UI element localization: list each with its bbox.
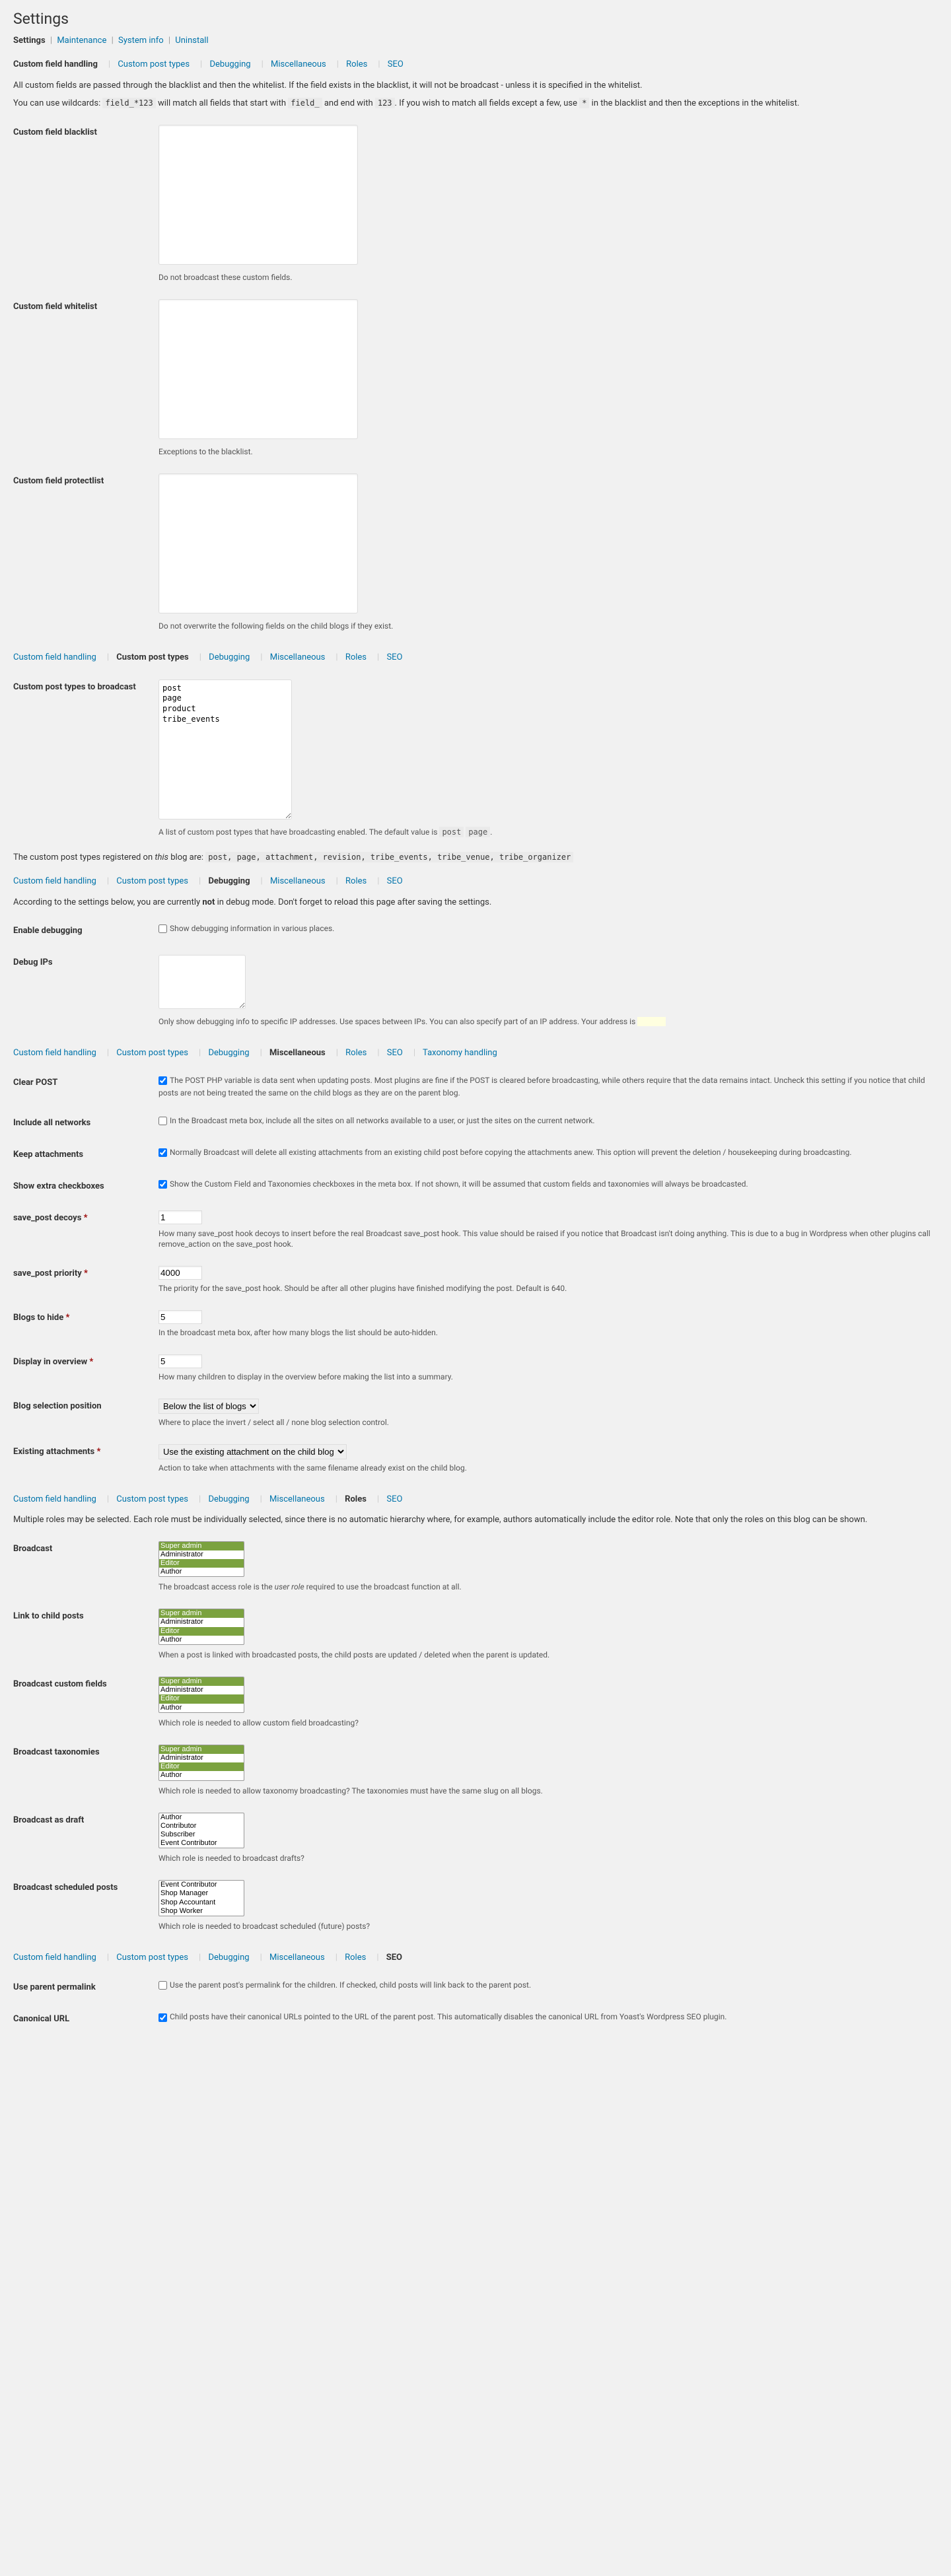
tab-systeminfo[interactable]: System info (118, 36, 164, 46)
blacklist-input[interactable] (158, 125, 358, 265)
cpt-input[interactable]: post page product tribe_events (158, 679, 292, 819)
protectlist-label: Custom field protectlist (13, 466, 152, 640)
nav-misc[interactable]: Miscellaneous (271, 59, 326, 69)
extra-checkboxes-checkbox[interactable] (158, 1180, 167, 1189)
broadcast-role-select[interactable]: Super adminAdministratorEditorAuthor (158, 1541, 244, 1578)
tax-role-select[interactable]: Super adminAdministratorEditorAuthor (158, 1745, 244, 1781)
protectlist-desc: Do not overwrite the following fields on… (158, 621, 931, 632)
keep-attachments-checkbox[interactable] (158, 1148, 167, 1157)
section-nav: Custom field handling| Custom post types… (13, 59, 938, 71)
section-nav: Custom field handling| Custom post types… (13, 1494, 938, 1506)
debug-note: According to the settings below, you are… (13, 896, 938, 909)
overview-input[interactable] (158, 1354, 202, 1368)
nav-dbg[interactable]: Debugging (209, 59, 250, 69)
blogs-hide-input[interactable] (158, 1310, 202, 1324)
canonical-checkbox[interactable] (158, 2013, 167, 2022)
section-nav: Custom field handling| Custom post types… (13, 652, 938, 664)
cpt-desc: A list of custom post types that have br… (158, 827, 931, 838)
page-title: Settings (0, 0, 951, 25)
sched-role-select[interactable]: Event ContributorShop ManagerShop Accoun… (158, 1880, 244, 1916)
whitelist-desc: Exceptions to the blacklist. (158, 446, 931, 458)
whitelist-input[interactable] (158, 299, 358, 439)
permalink-checkbox[interactable] (158, 1981, 167, 1990)
enable-debug-checkbox[interactable] (158, 924, 167, 933)
tab-uninstall[interactable]: Uninstall (175, 36, 208, 46)
enable-debug-label: Enable debugging (13, 915, 152, 947)
protectlist-input[interactable] (158, 473, 358, 613)
nav-cfh[interactable]: Custom field handling (13, 59, 98, 69)
section-nav: Custom field handling| Custom post types… (13, 1952, 938, 1964)
cfh-wildcards: You can use wildcards: field_*123 will m… (13, 97, 938, 110)
priority-input[interactable] (158, 1266, 202, 1280)
tab-maintenance[interactable]: Maintenance (57, 36, 106, 46)
existing-select[interactable]: Use the existing attachment on the child… (158, 1444, 347, 1459)
clear-post-checkbox[interactable] (158, 1076, 167, 1085)
cpt-label: Custom post types to broadcast (13, 672, 152, 846)
include-networks-checkbox[interactable] (158, 1117, 167, 1125)
position-select[interactable]: Below the list of blogs (158, 1399, 259, 1414)
draft-role-select[interactable]: AuthorContributorSubscriberEvent Contrib… (158, 1813, 244, 1849)
decoys-input[interactable] (158, 1210, 202, 1224)
nav-seo[interactable]: SEO (388, 59, 404, 69)
link-role-select[interactable]: Super adminAdministratorEditorAuthor (158, 1609, 244, 1645)
cfh-intro: All custom fields are passed through the… (13, 79, 938, 92)
blacklist-desc: Do not broadcast these custom fields. (158, 272, 931, 283)
tab-settings[interactable]: Settings (13, 36, 46, 46)
blacklist-label: Custom field blacklist (13, 117, 152, 291)
cpt-registered: The custom post types registered on this… (13, 851, 938, 864)
cf-role-select[interactable]: Super adminAdministratorEditorAuthor (158, 1677, 244, 1713)
debug-ips-input[interactable] (158, 955, 246, 1009)
section-nav: Custom field handling| Custom post types… (13, 1047, 938, 1059)
whitelist-label: Custom field whitelist (13, 291, 152, 466)
debug-ips-label: Debug IPs (13, 947, 152, 1035)
section-nav: Custom field handling| Custom post types… (13, 876, 938, 888)
top-tabs: Settings | Maintenance | System info | U… (13, 35, 938, 47)
nav-roles[interactable]: Roles (346, 59, 367, 69)
debug-ips-desc: Only show debugging info to specific IP … (158, 1016, 931, 1027)
nav-cpt[interactable]: Custom post types (118, 59, 190, 69)
